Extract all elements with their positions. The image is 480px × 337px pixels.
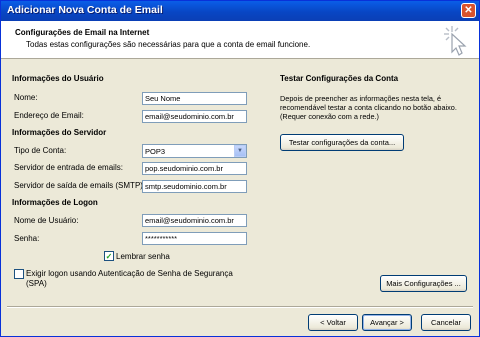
header-title: Configurações de Email na Internet xyxy=(15,28,150,37)
email-label: Endereço de Email: xyxy=(14,111,84,120)
close-button[interactable]: ✕ xyxy=(461,3,476,18)
account-type-label: Tipo de Conta: xyxy=(14,146,67,155)
account-type-value: POP3 xyxy=(145,147,166,156)
incoming-server-label: Servidor de entrada de emails: xyxy=(14,163,123,172)
logon-info-heading: Informações de Logon xyxy=(12,198,98,207)
username-input[interactable]: email@seudominio.com.br xyxy=(142,214,247,227)
spa-label-line2: (SPA) xyxy=(26,279,47,288)
outgoing-server-label: Servidor de saída de emails (SMTP): xyxy=(14,181,146,190)
email-input[interactable]: email@seudominio.com.br xyxy=(142,110,247,123)
password-label: Senha: xyxy=(14,234,40,243)
server-info-heading: Informações do Servidor xyxy=(12,128,107,137)
header-subtitle: Todas estas configurações são necessária… xyxy=(26,40,311,49)
name-input[interactable]: Seu Nome xyxy=(142,92,247,105)
chevron-down-icon[interactable]: ▼ xyxy=(234,145,246,157)
more-settings-button[interactable]: Mais Configurações ... xyxy=(380,275,467,292)
close-icon: ✕ xyxy=(464,5,473,16)
checkmark-icon: ✓ xyxy=(105,252,113,261)
cancel-button[interactable]: Cancelar xyxy=(421,314,471,331)
test-settings-description: Depois de preencher as informações nesta… xyxy=(280,94,457,121)
next-button[interactable]: Avançar > xyxy=(362,314,412,331)
password-input[interactable]: *********** xyxy=(142,232,247,245)
spa-label-line1: Exigir logon usando Autenticação de Senh… xyxy=(26,269,233,278)
title-bar[interactable]: Adicionar Nova Conta de Email ✕ xyxy=(1,1,479,21)
dialog-window: Adicionar Nova Conta de Email ✕ Configur… xyxy=(0,0,480,337)
remember-password-checkbox[interactable]: ✓ xyxy=(104,251,114,261)
cursor-sparkle-icon xyxy=(444,26,467,56)
username-label: Nome de Usuário: xyxy=(14,216,79,225)
remember-password-label: Lembrar senha xyxy=(116,252,170,261)
incoming-server-input[interactable]: pop.seudominio.com.br xyxy=(142,162,247,175)
spa-checkbox[interactable] xyxy=(14,269,24,279)
test-settings-heading: Testar Configurações da Conta xyxy=(280,74,399,83)
back-button[interactable]: < Voltar xyxy=(308,314,358,331)
outgoing-server-input[interactable]: smtp.seudominio.com.br xyxy=(142,180,247,193)
name-label: Nome: xyxy=(14,93,38,102)
footer-divider xyxy=(7,306,473,308)
wizard-header: Configurações de Email na Internet Todas… xyxy=(1,21,479,59)
account-type-select[interactable]: POP3 ▼ xyxy=(142,144,247,158)
test-settings-button[interactable]: Testar configurações da conta... xyxy=(280,134,404,151)
window-title: Adicionar Nova Conta de Email xyxy=(7,4,163,16)
user-info-heading: Informações do Usuário xyxy=(12,74,104,83)
